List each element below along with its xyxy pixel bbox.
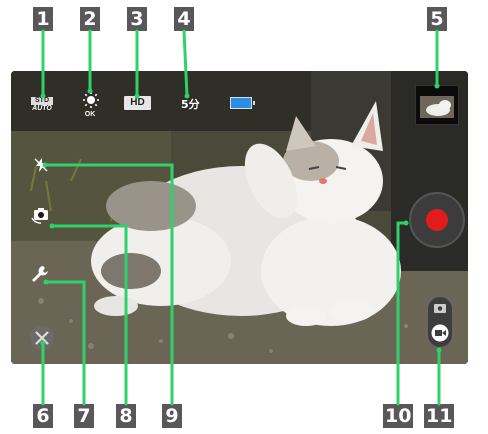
callout-lines (40, 29, 442, 406)
